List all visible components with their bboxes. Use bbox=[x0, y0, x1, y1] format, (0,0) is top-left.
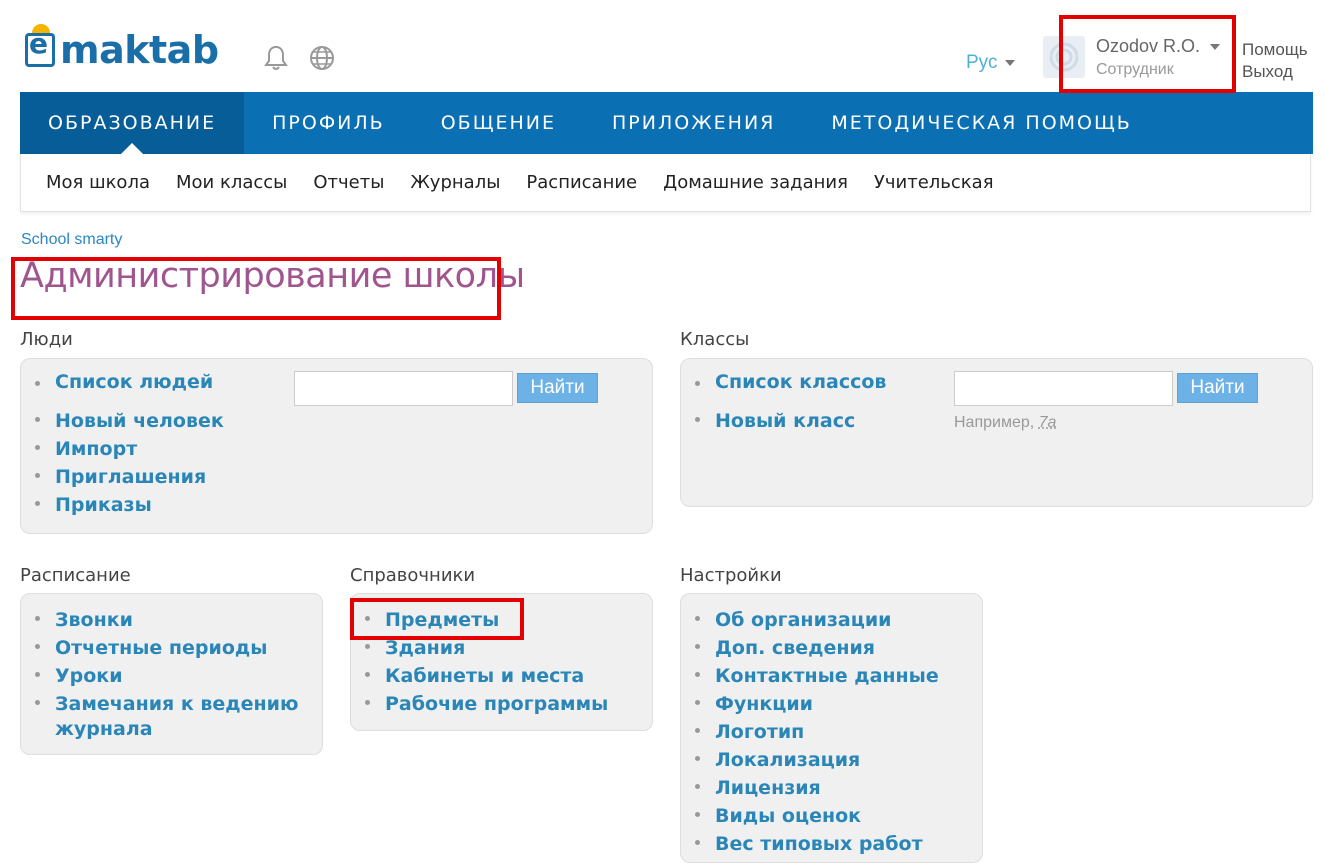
link-contact-data[interactable]: Контактные данные bbox=[681, 662, 939, 690]
section-title-schedule: Расписание bbox=[20, 565, 131, 586]
logo-text: maktab bbox=[60, 28, 219, 72]
link-localization[interactable]: Локализация bbox=[681, 746, 939, 774]
user-menu[interactable]: Ozodov R.O. Сотрудник bbox=[1096, 36, 1221, 79]
sub-nav-reports[interactable]: Отчеты bbox=[300, 172, 397, 193]
link-additional-info[interactable]: Доп. сведения bbox=[681, 634, 939, 662]
sub-nav-journals[interactable]: Журналы bbox=[397, 172, 513, 193]
chevron-down-icon bbox=[1005, 60, 1016, 66]
help-link[interactable]: Помощь bbox=[1242, 39, 1308, 61]
link-buildings[interactable]: Здания bbox=[351, 634, 608, 662]
section-title-classes: Классы bbox=[680, 329, 750, 350]
link-reporting-periods[interactable]: Отчетные периоды bbox=[21, 634, 316, 662]
link-logo[interactable]: Логотип bbox=[681, 718, 939, 746]
main-nav-applications[interactable]: ПРИЛОЖЕНИЯ bbox=[584, 92, 803, 154]
link-import[interactable]: Импорт bbox=[21, 435, 224, 463]
main-nav-profile[interactable]: ПРОФИЛЬ bbox=[244, 92, 413, 154]
user-role: Сотрудник bbox=[1096, 61, 1174, 78]
link-classes-list[interactable]: Список классов bbox=[681, 371, 886, 393]
avatar-placeholder-icon bbox=[1049, 42, 1079, 72]
people-search-button[interactable]: Найти bbox=[517, 373, 598, 403]
link-people-list[interactable]: Список людей bbox=[21, 371, 224, 393]
emaktab-logo[interactable]: e maktab bbox=[24, 18, 219, 70]
section-title-references: Справочники bbox=[350, 565, 476, 586]
link-new-person[interactable]: Новый человек bbox=[21, 407, 224, 435]
main-nav: ОБРАЗОВАНИЕ ПРОФИЛЬ ОБЩЕНИЕ ПРИЛОЖЕНИЯ М… bbox=[20, 92, 1313, 154]
link-invitations[interactable]: Приглашения bbox=[21, 463, 224, 491]
sub-nav-schedule[interactable]: Расписание bbox=[513, 172, 650, 193]
section-title-settings: Настройки bbox=[680, 565, 782, 586]
link-rooms-and-places[interactable]: Кабинеты и места bbox=[351, 662, 608, 690]
bell-icon[interactable] bbox=[262, 44, 290, 72]
panel-schedule: Звонки Отчетные периоды Уроки Замечания … bbox=[20, 593, 323, 755]
link-work-programs[interactable]: Рабочие программы bbox=[351, 690, 608, 718]
sub-nav: Моя школа Мои классы Отчеты Журналы Расп… bbox=[20, 154, 1311, 212]
main-nav-methodical-help[interactable]: МЕТОДИЧЕСКАЯ ПОМОЩЬ bbox=[803, 92, 1159, 154]
logout-link[interactable]: Выход bbox=[1242, 61, 1308, 83]
link-subjects[interactable]: Предметы bbox=[351, 606, 608, 634]
panel-people: Список людей Новый человек Импорт Пригла… bbox=[20, 358, 653, 534]
panel-classes: Список классов Новый класс Найти Наприме… bbox=[680, 358, 1313, 507]
sub-nav-homework[interactable]: Домашние задания bbox=[650, 172, 861, 193]
link-typical-work-weight[interactable]: Вес типовых работ bbox=[681, 830, 939, 858]
classes-search-button[interactable]: Найти bbox=[1177, 373, 1258, 403]
avatar[interactable] bbox=[1043, 36, 1085, 78]
user-name: Ozodov R.O. bbox=[1096, 36, 1201, 56]
sub-nav-teachers-room[interactable]: Учительская bbox=[861, 172, 1007, 193]
main-nav-education[interactable]: ОБРАЗОВАНИЕ bbox=[20, 92, 245, 154]
section-title-people: Люди bbox=[20, 329, 73, 350]
link-grade-types[interactable]: Виды оценок bbox=[681, 802, 939, 830]
link-lessons[interactable]: Уроки bbox=[21, 662, 316, 690]
main-nav-communication[interactable]: ОБЩЕНИЕ bbox=[413, 92, 584, 154]
link-new-class[interactable]: Новый класс bbox=[681, 407, 886, 435]
logo-letter: e bbox=[29, 27, 48, 60]
sub-nav-my-school[interactable]: Моя школа bbox=[33, 172, 163, 193]
people-search-input[interactable] bbox=[294, 371, 513, 406]
link-bells[interactable]: Звонки bbox=[21, 606, 316, 634]
hint-prefix: Например, bbox=[954, 414, 1035, 431]
logo-book-icon: e bbox=[24, 24, 58, 70]
hint-example[interactable]: 7а bbox=[1039, 414, 1057, 431]
language-selector[interactable]: Рус bbox=[966, 52, 1016, 74]
breadcrumb[interactable]: School smarty bbox=[21, 231, 122, 249]
link-functions[interactable]: Функции bbox=[681, 690, 939, 718]
classes-search-hint: Например, 7а bbox=[954, 414, 1056, 432]
sub-nav-my-classes[interactable]: Мои классы bbox=[163, 172, 300, 193]
classes-search-input[interactable] bbox=[954, 371, 1173, 406]
link-orders[interactable]: Приказы bbox=[21, 491, 224, 519]
link-about-organization[interactable]: Об организации bbox=[681, 606, 939, 634]
page-title: Администрирование школы bbox=[20, 256, 525, 296]
link-journal-remarks[interactable]: Замечания к ведению журнала bbox=[21, 690, 316, 742]
language-label: Рус bbox=[966, 52, 998, 73]
globe-icon[interactable] bbox=[308, 44, 336, 72]
panel-references: Предметы Здания Кабинеты и места Рабочие… bbox=[350, 593, 653, 731]
chevron-down-icon bbox=[1210, 43, 1221, 50]
link-license[interactable]: Лицензия bbox=[681, 774, 939, 802]
panel-settings: Об организации Доп. сведения Контактные … bbox=[680, 593, 983, 863]
